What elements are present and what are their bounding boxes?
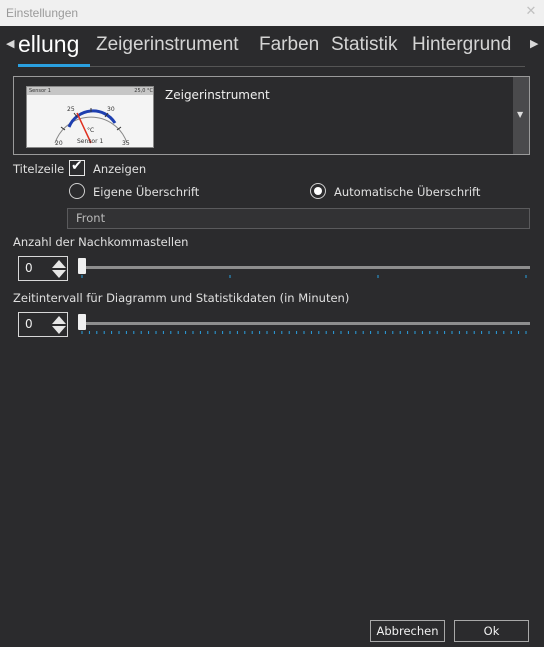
title-input[interactable]: Front [67,208,530,229]
interval-value: 0 [25,317,33,331]
gauge-preview-tick-20: 20 [55,140,63,147]
titelzeile-checkbox[interactable]: ✔ [69,158,85,176]
tab-zeigerinstrument[interactable]: Zeigerinstrument [96,34,239,56]
slider-thumb[interactable] [78,258,86,274]
decimals-stepper[interactable]: 0 [18,256,68,281]
radio-automatische-label[interactable]: Automatische Überschrift [334,185,480,199]
slider-track [78,322,530,325]
cancel-button[interactable]: Abbrechen [370,620,445,642]
checkmark-icon: ✔ [71,158,83,174]
stepper-down-icon[interactable] [52,326,66,334]
active-tab-indicator [18,64,90,67]
decimals-slider[interactable] [78,258,530,278]
gauge-preview-image: Sensor 1 25,0 °C 20 25 30 35 °C Sensor 1 [26,86,154,148]
gauge-preview-tick-30: 30 [107,106,115,113]
slider-ticks [81,331,527,334]
interval-slider[interactable] [78,314,530,334]
tab-divider [90,66,525,67]
tab-hintergrund[interactable]: Hintergrund [412,34,511,56]
gauge-preview-footer: Sensor 1 [77,138,103,145]
tab-scroll-left-icon[interactable]: ◀ [6,36,16,52]
gauge-preview-tick-35: 35 [122,140,130,147]
gauge-type-label: Zeigerinstrument [165,88,270,102]
tab-farben[interactable]: Farben [259,34,319,56]
title-bar: Einstellungen ✕ [0,0,544,26]
stepper-up-icon[interactable] [52,316,66,324]
ok-button[interactable]: Ok [454,620,529,642]
gauge-preview-unit: °C [87,127,94,134]
close-icon[interactable]: ✕ [524,5,538,19]
slider-track [78,266,530,269]
radio-eigene-label[interactable]: Eigene Überschrift [93,185,199,199]
tab-scroll-right-icon[interactable]: ▶ [530,36,540,52]
interval-label: Zeitintervall für Diagramm und Statistik… [13,291,350,305]
stepper-up-icon[interactable] [52,260,66,268]
titelzeile-label: Titelzeile [13,162,65,176]
stepper-down-icon[interactable] [52,270,66,278]
tab-bar: ◀ ellung Zeigerinstrument Farben Statist… [0,26,544,67]
gauge-type-select[interactable]: Sensor 1 25,0 °C 20 25 30 35 °C Sensor 1… [13,76,530,155]
window-title: Einstellungen [6,6,79,20]
radio-eigene-ueberschrift[interactable] [69,183,85,199]
tab-statistik[interactable]: Statistik [331,34,398,56]
gauge-preview-dial: 20 25 30 35 °C Sensor 1 [54,106,130,147]
tab-darstellung[interactable]: ellung [18,31,79,58]
titelzeile-checkbox-label[interactable]: Anzeigen [93,162,146,176]
decimals-label: Anzahl der Nachkommastellen [13,235,189,249]
interval-stepper[interactable]: 0 [18,312,68,337]
gauge-type-dropdown-button[interactable]: ▼ [513,77,529,154]
slider-ticks [81,275,527,278]
decimals-value: 0 [25,261,33,275]
radio-automatische-ueberschrift[interactable] [310,183,326,199]
gauge-preview-tick-25: 25 [67,106,75,113]
chevron-down-icon: ▼ [517,110,524,119]
slider-thumb[interactable] [78,314,86,330]
